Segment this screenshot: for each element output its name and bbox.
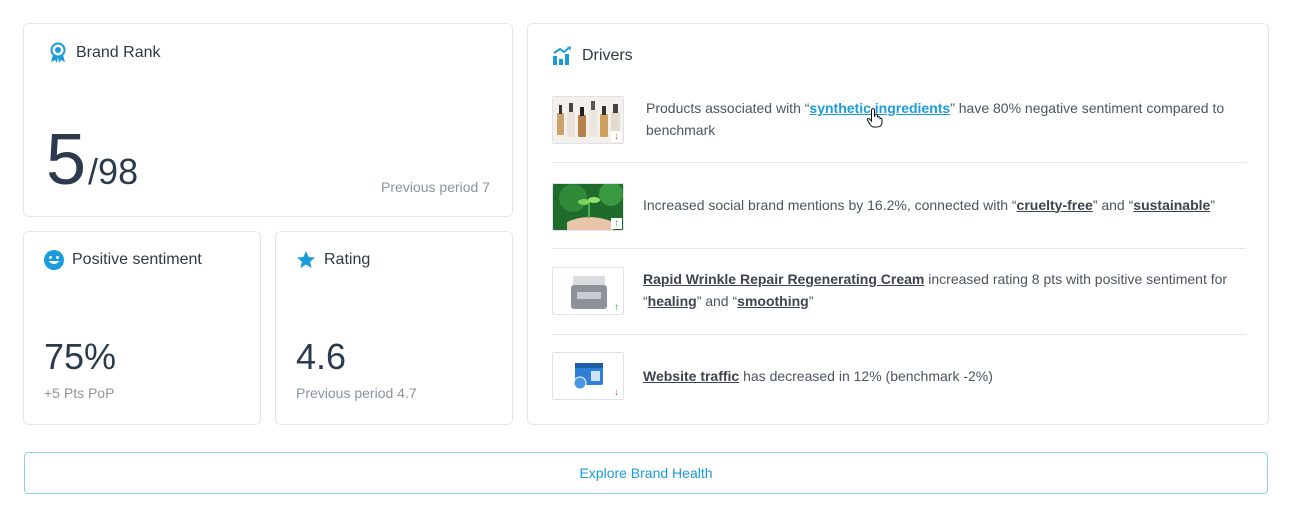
rank-number: 5	[46, 120, 87, 200]
website-traffic-link[interactable]: Website traffic	[643, 368, 739, 384]
rating-previous: Previous period 4.7	[296, 385, 417, 401]
brand-rank-title: Brand Rank	[76, 44, 161, 61]
explore-brand-health-button[interactable]: Explore Brand Health	[24, 452, 1268, 494]
driver-item: ↓ Products associated with “synthetic in…	[552, 94, 1246, 163]
driver-item: ↑ Increased social brand mentions by 16.…	[552, 171, 1246, 249]
healing-link[interactable]: healing	[648, 293, 697, 309]
drivers-title: Drivers	[582, 47, 633, 64]
bar-chart-trend-icon	[552, 46, 574, 66]
trend-down-icon: ↓	[611, 131, 622, 142]
positive-sentiment-value: 75%	[44, 336, 117, 377]
brand-rank-card: Brand Rank 5 /98 Previous period 7	[23, 23, 513, 217]
rating-card: Rating 4.6 Previous period 4.7	[275, 231, 513, 425]
trend-up-icon: ↑	[611, 217, 622, 229]
trend-up-icon: ↑	[611, 302, 622, 313]
brand-rank-value: 5 /98	[46, 124, 138, 196]
driver-text: Products associated with “synthetic ingr…	[646, 100, 1225, 138]
positive-sentiment-card: Positive sentiment 75% +5 Pts PoP	[23, 231, 261, 425]
cruelty-free-link[interactable]: cruelty-free	[1017, 197, 1093, 213]
drivers-card: Drivers ↓ Products associated with “synt…	[527, 23, 1269, 425]
driver-item: ↑ Rapid Wrinkle Repair Regenerating Crea…	[552, 257, 1246, 335]
smoothing-link[interactable]: smoothing	[737, 293, 809, 309]
browser-window-thumbnail: ↓	[552, 352, 624, 400]
award-ribbon-icon	[48, 42, 68, 64]
rating-value: 4.6	[296, 336, 347, 377]
brand-rank-header: Brand Rank	[48, 42, 161, 64]
positive-sentiment-title: Positive sentiment	[72, 251, 202, 268]
positive-sentiment-header: Positive sentiment	[44, 250, 202, 270]
driver-text: Rapid Wrinkle Repair Regenerating Cream …	[643, 271, 1228, 309]
cream-jar-thumbnail: ↑	[552, 267, 624, 315]
serum-bottles-thumbnail: ↓	[552, 96, 624, 144]
trend-down-icon: ↓	[611, 387, 622, 398]
driver-text: Increased social brand mentions by 16.2%…	[643, 196, 1215, 213]
positive-sentiment-change: +5 Pts PoP	[44, 385, 115, 401]
plant-in-hands-thumbnail: ↑	[552, 182, 624, 231]
sustainable-link[interactable]: sustainable	[1133, 197, 1210, 213]
brand-rank-previous: Previous period 7	[381, 179, 490, 195]
star-icon	[296, 250, 316, 270]
rating-title: Rating	[324, 251, 371, 268]
rating-header: Rating	[296, 250, 370, 270]
smiley-face-icon	[44, 250, 64, 270]
driver-text: Website traffic has decreased in 12% (be…	[643, 368, 993, 384]
driver-item: ↓ Website traffic has decreased in 12% (…	[552, 344, 1246, 408]
drivers-header: Drivers	[552, 46, 633, 66]
hand-cursor-icon	[866, 108, 884, 128]
product-link[interactable]: Rapid Wrinkle Repair Regenerating Cream	[643, 271, 924, 287]
rank-total: /98	[88, 151, 139, 192]
